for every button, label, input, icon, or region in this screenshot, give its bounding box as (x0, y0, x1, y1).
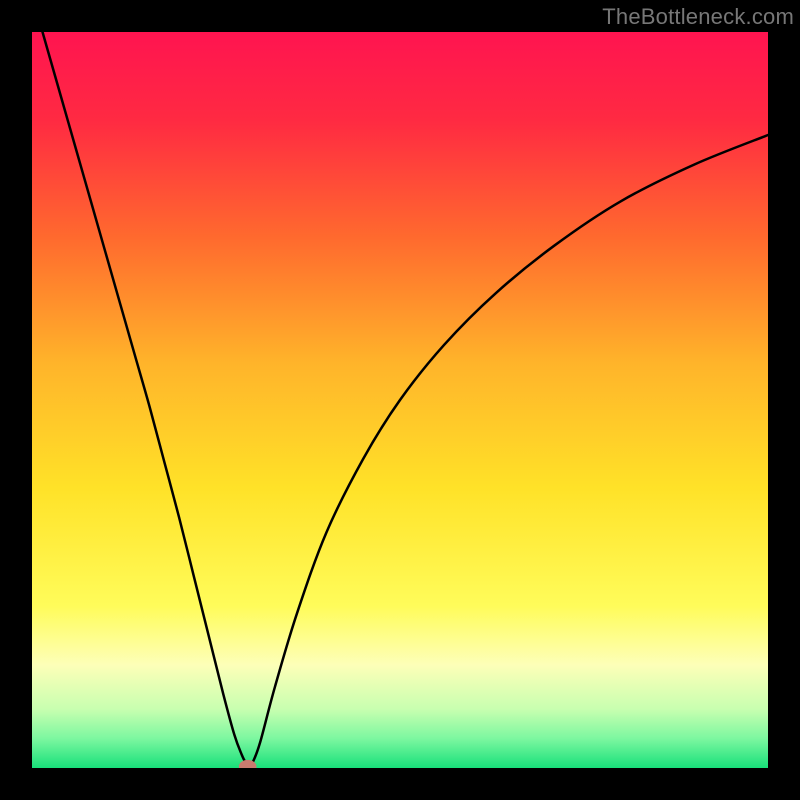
bottleneck-plot (32, 32, 768, 768)
chart-frame (32, 32, 768, 768)
watermark-text: TheBottleneck.com (602, 4, 794, 30)
